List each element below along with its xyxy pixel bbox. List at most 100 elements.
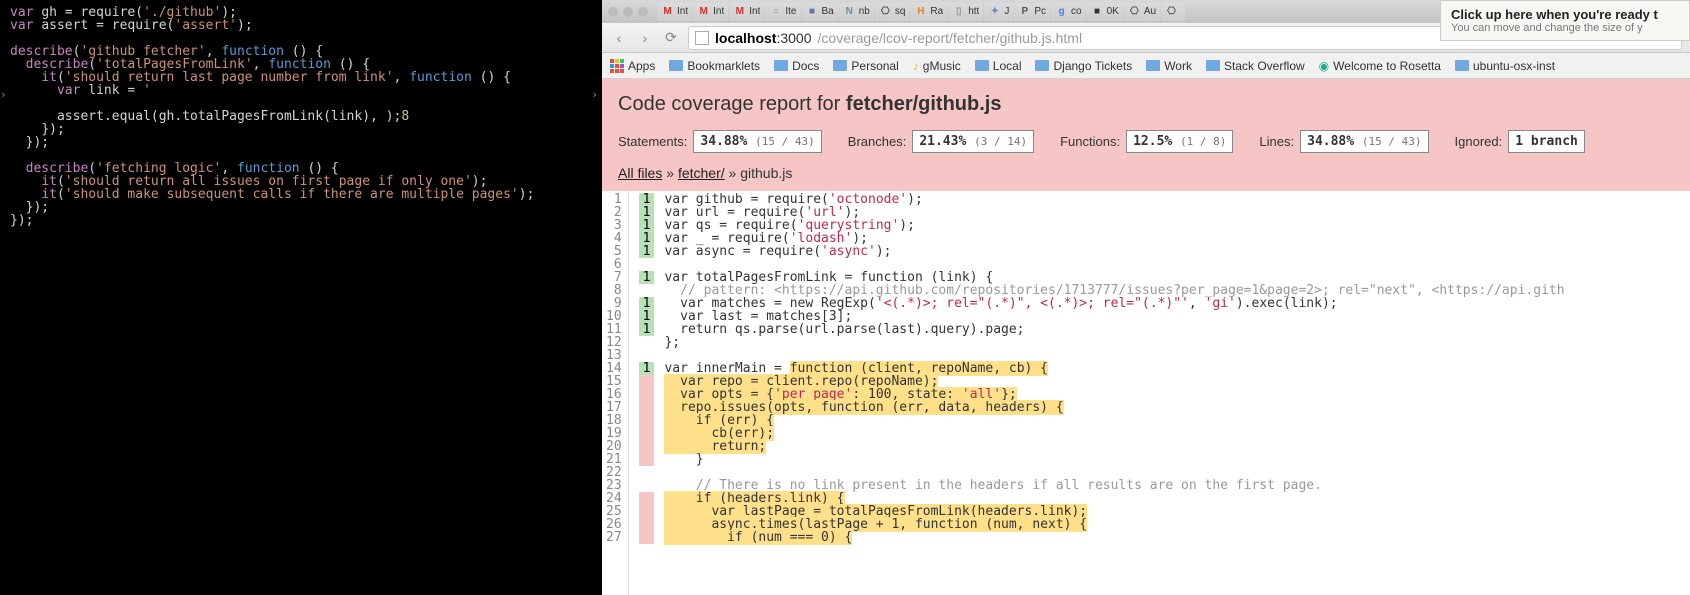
tab-favicon: ⎔ (1165, 5, 1178, 18)
rosetta-icon: ◉ (1319, 59, 1329, 73)
browser-tab[interactable]: ▯htt (948, 3, 983, 21)
tab-label: J (1004, 6, 1009, 17)
bookmark-item[interactable]: Personal (833, 59, 898, 73)
browser-window: Click up here when you're ready t You ca… (602, 0, 1690, 595)
browser-tab[interactable]: MInt (657, 3, 692, 21)
tab-favicon: ○ (769, 5, 782, 18)
browser-tab[interactable]: ⎔Au (1124, 3, 1160, 21)
folder-icon (1146, 60, 1160, 71)
bookmark-item[interactable]: Django Tickets (1035, 59, 1132, 73)
bookmark-item[interactable]: Work (1146, 59, 1192, 73)
browser-tab[interactable]: ■Ba (802, 3, 838, 21)
browser-tab[interactable]: ■0K (1087, 3, 1123, 21)
tab-favicon: ⎔ (1128, 5, 1141, 18)
bookmark-item[interactable]: ubuntu-osx-inst (1455, 59, 1555, 73)
stat-label: Lines: (1259, 134, 1294, 149)
app-container: var gh = require('./github'); var assert… (0, 0, 1690, 595)
tab-favicon: ✦ (988, 5, 1001, 18)
stat-label: Ignored: (1455, 134, 1503, 149)
screencast-tooltip: Click up here when you're ready t You ca… (1440, 0, 1690, 41)
breadcrumb-root[interactable]: All files (618, 165, 662, 181)
bookmark-item[interactable]: Bookmarklets (669, 59, 760, 73)
coverage-stats: Statements: 34.88% (15 / 43) Branches: 21… (618, 130, 1674, 153)
bookmarks-bar: Apps Bookmarklets Docs Personal ♪ gMusic Local… (602, 53, 1690, 79)
bookmark-label: Personal (851, 59, 898, 73)
tab-label: Int (713, 6, 724, 17)
bookmark-label: Docs (792, 59, 819, 73)
tab-label: nb (859, 6, 870, 17)
tab-label: Au (1144, 6, 1156, 17)
tooltip-subtitle: You can move and change the size of y (1451, 22, 1679, 34)
folder-icon (1455, 60, 1469, 71)
nav-reload-button[interactable]: ⟳ (662, 29, 680, 46)
tab-label: Ba (822, 6, 834, 17)
nav-back-button[interactable]: ‹ (610, 30, 628, 46)
stat-label: Statements: (618, 134, 687, 149)
breadcrumb: All files » fetcher/ » github.js (618, 165, 1674, 181)
bookmark-label: Welcome to Rosetta (1333, 59, 1441, 73)
tab-label: co (1071, 6, 1082, 17)
coverage-title: Code coverage report for fetcher/github.… (618, 93, 1674, 116)
tab-label: Int (677, 6, 688, 17)
stat-label: Branches: (848, 134, 907, 149)
page-icon (695, 31, 709, 45)
folder-icon (975, 60, 989, 71)
bookmark-item[interactable]: ◉ Welcome to Rosetta (1319, 59, 1441, 73)
tab-favicon: g (1055, 5, 1068, 18)
tab-favicon: ⎔ (879, 5, 892, 18)
folder-icon (1206, 60, 1220, 71)
stat-value: 21.43% (3 / 14) (912, 130, 1034, 153)
browser-tab[interactable]: ⎔ (1161, 3, 1185, 21)
coverage-stat: Branches: 21.43% (3 / 14) (848, 130, 1034, 153)
stat-value: 34.88% (15 / 43) (1300, 130, 1428, 153)
tab-favicon: M (733, 5, 746, 18)
browser-tab[interactable]: ✦J (984, 3, 1013, 21)
breadcrumb-mid[interactable]: fetcher/ (678, 165, 725, 181)
tab-label: Ite (785, 6, 796, 17)
tab-favicon: H (914, 5, 927, 18)
browser-tab[interactable]: MInt (729, 3, 764, 21)
bookmark-label: ubuntu-osx-inst (1473, 59, 1555, 73)
window-traffic-lights[interactable] (608, 7, 648, 17)
tab-favicon: ▯ (952, 5, 965, 18)
bookmark-item[interactable]: Docs (774, 59, 819, 73)
tab-label: Ra (930, 6, 943, 17)
browser-tab[interactable]: Nnb (839, 3, 874, 21)
browser-tab[interactable]: HRa (910, 3, 947, 21)
coverage-header: Code coverage report for fetcher/github.… (602, 79, 1690, 191)
browser-tab[interactable]: ○Ite (765, 3, 800, 21)
tab-label: Pc (1034, 6, 1046, 17)
tab-favicon: P (1018, 5, 1031, 18)
bookmark-item[interactable]: Apps (610, 59, 655, 73)
url-path: /coverage/lcov-report/fetcher/github.js.… (818, 30, 1083, 46)
folder-icon (669, 60, 683, 71)
tab-favicon: ■ (806, 5, 819, 18)
bookmark-label: Stack Overflow (1224, 59, 1305, 73)
bookmark-label: gMusic (923, 59, 961, 73)
tooltip-title: Click up here when you're ready t (1451, 7, 1679, 22)
tab-favicon: N (843, 5, 856, 18)
bookmark-item[interactable]: Stack Overflow (1206, 59, 1305, 73)
code-editor-pane[interactable]: var gh = require('./github'); var assert… (0, 0, 602, 595)
browser-tab[interactable]: MInt (693, 3, 728, 21)
bookmark-label: Work (1164, 59, 1192, 73)
apps-icon (610, 59, 624, 73)
browser-tab[interactable]: gco (1051, 3, 1086, 21)
browser-tab[interactable]: ⎔sq (875, 3, 910, 21)
stat-value: 34.88% (15 / 43) (693, 130, 821, 153)
coverage-stat: Statements: 34.88% (15 / 43) (618, 130, 822, 153)
gmusic-icon: ♪ (913, 59, 919, 73)
folder-icon (1035, 60, 1049, 71)
bookmark-item[interactable]: ♪ gMusic (913, 59, 961, 73)
coverage-stat: Ignored: 1 branch (1455, 130, 1585, 153)
bookmark-item[interactable]: Local (975, 59, 1022, 73)
nav-forward-button[interactable]: › (636, 30, 654, 46)
tab-label: Int (749, 6, 760, 17)
tab-label: 0K (1107, 6, 1119, 17)
bookmark-label: Bookmarklets (687, 59, 760, 73)
url-host: localhost:3000 (715, 30, 812, 46)
folder-icon (774, 60, 788, 71)
tab-favicon: ■ (1091, 5, 1104, 18)
browser-tab[interactable]: PPc (1014, 3, 1050, 21)
coverage-stat: Functions: 12.5% (1 / 8) (1060, 130, 1233, 153)
